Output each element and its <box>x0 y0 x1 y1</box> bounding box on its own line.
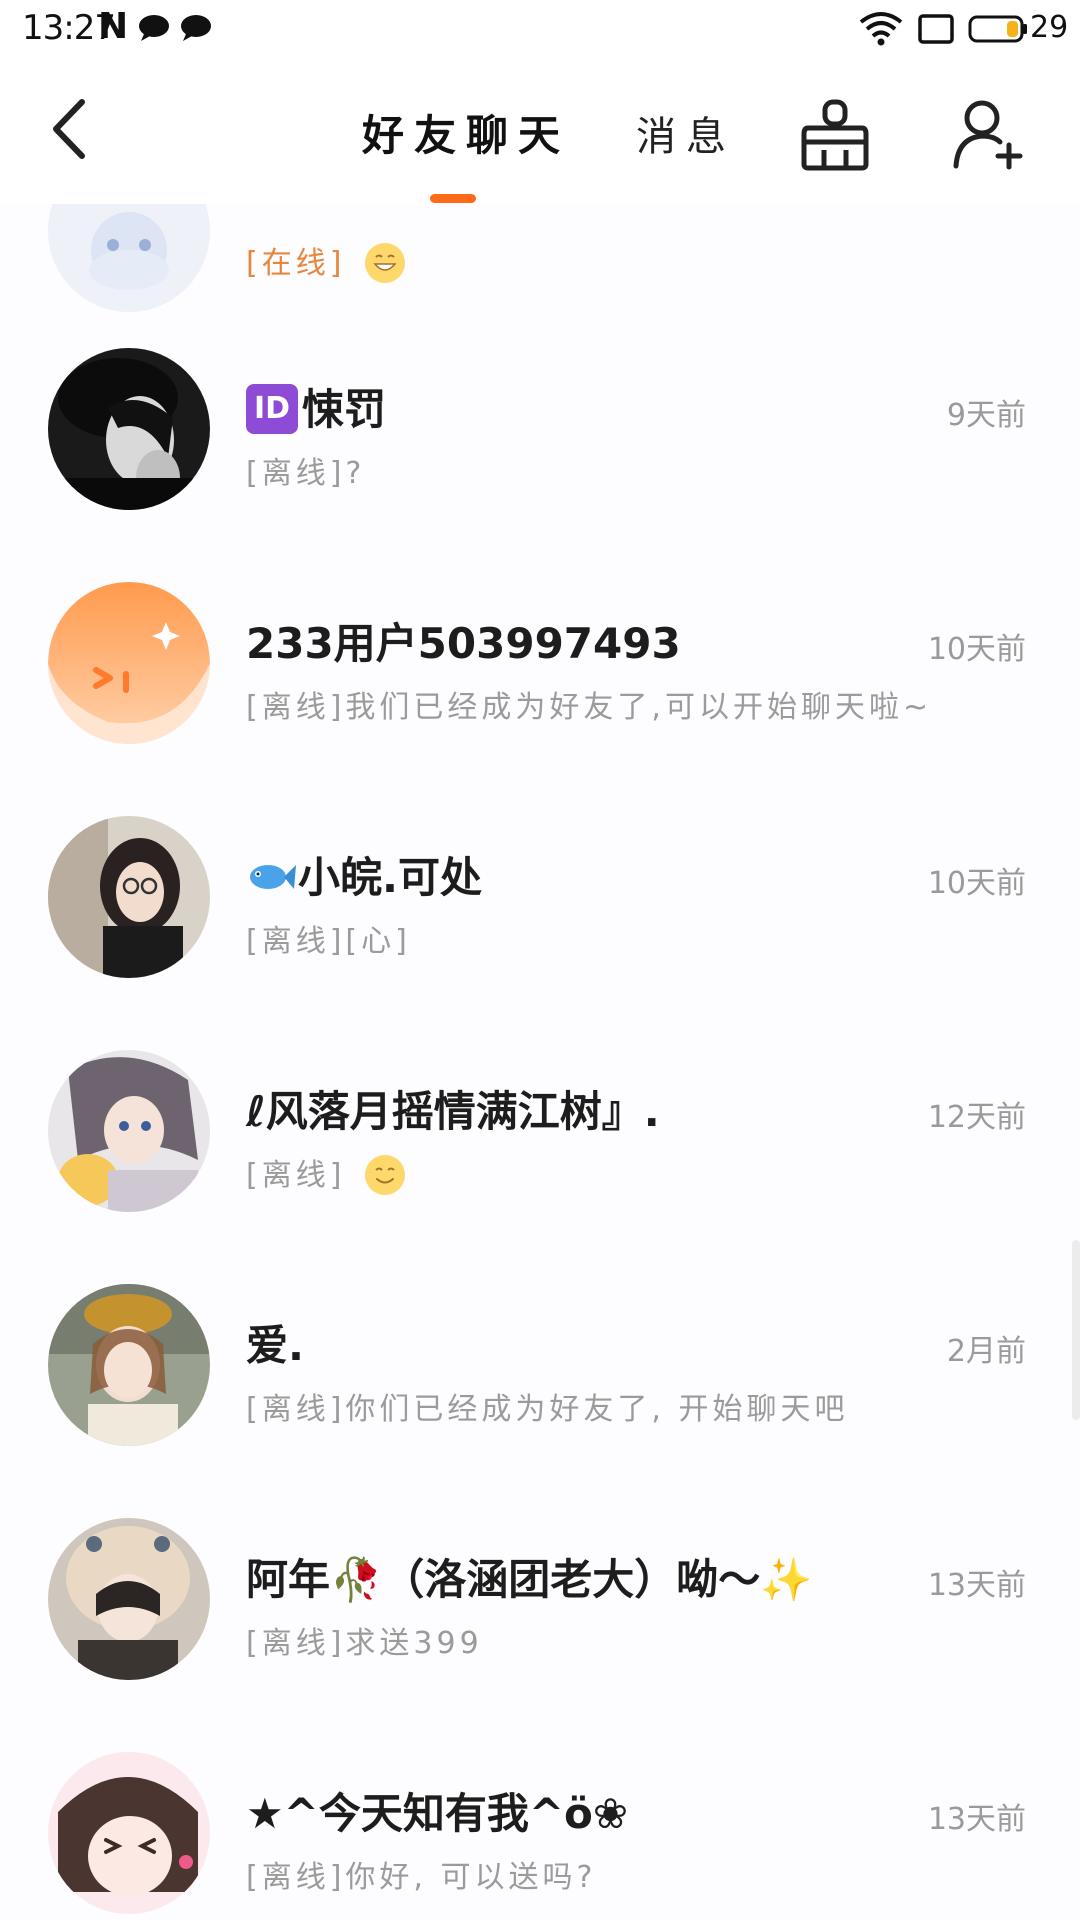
avatar <box>48 1050 210 1212</box>
chat-preview: [离线]我们已经成为好友了,可以开始聊天啦~ <box>246 682 932 726</box>
chat-preview: [离线]你好, 可以送吗? <box>246 1852 596 1896</box>
avatar <box>48 582 210 744</box>
chat-name-text: 小皖.可处 <box>298 853 482 902</box>
chat-time: 13天前 <box>927 1802 1026 1837</box>
chat-row[interactable]: 爱. 2月前 [离线]你们已经成为好友了, 开始聊天吧 <box>0 1284 1080 1518</box>
chat-row[interactable]: [在线] <box>0 204 1080 348</box>
battery-icon <box>968 15 1027 43</box>
tab-friend-chat[interactable]: 好友聊天 <box>362 102 570 163</box>
message-text: 你好, 可以送吗? <box>345 1860 597 1895</box>
status-tag: [离线] <box>246 1158 346 1193</box>
chat-row[interactable]: 233用户503997493 10天前 [离线]我们已经成为好友了,可以开始聊天… <box>0 582 1080 816</box>
sim-icon <box>918 14 954 44</box>
chat-preview: [离线]你们已经成为好友了, 开始聊天吧 <box>246 1384 849 1428</box>
status-tag: [离线] <box>246 456 346 491</box>
chat-row[interactable]: 小皖.可处 10天前 [离线][心] <box>0 816 1080 1050</box>
status-tag: [离线] <box>246 924 346 959</box>
chat-preview: [离线]求送399 <box>246 1618 483 1662</box>
status-bar: 13:27 N 29 <box>0 0 1080 64</box>
chat-row[interactable]: 阿年🥀（洛涵团老大）呦～✨ 13天前 [离线]求送399 <box>0 1518 1080 1752</box>
chat-time: 2月前 <box>946 1334 1026 1369</box>
message-text: 求送399 <box>345 1626 483 1661</box>
back-button[interactable] <box>40 94 100 164</box>
avatar <box>48 1284 210 1446</box>
chat-time: 10天前 <box>927 866 1026 901</box>
notification-n-icon: N <box>98 6 129 47</box>
message-text: 你们已经成为好友了, 开始聊天吧 <box>345 1392 849 1427</box>
chat-name: 小皖.可处 <box>246 844 482 905</box>
tab-messages[interactable]: 消息 <box>636 104 736 162</box>
status-tag: [离线] <box>246 690 346 725</box>
message-text: [心] <box>345 924 411 959</box>
chat-list[interactable]: [在线] ID 悚罚 9天前 [离线]? 233用户503997493 10天前… <box>0 204 1080 1920</box>
chat-time: 9天前 <box>946 398 1026 433</box>
status-tag: [离线] <box>246 1626 346 1661</box>
chat-preview: [离线]? <box>246 448 365 492</box>
chat-row[interactable]: ID 悚罚 9天前 [离线]? <box>0 348 1080 582</box>
chat-name: 阿年🥀（洛涵团老大）呦～✨ <box>246 1555 813 1604</box>
chat-name: ID 悚罚 <box>246 376 386 438</box>
chat-time: 10天前 <box>927 632 1026 667</box>
battery-level: 29 <box>1030 10 1069 45</box>
chat-bubble-icon <box>139 15 169 41</box>
chat-preview: [离线] <box>246 1150 405 1197</box>
grinning-face-icon <box>364 242 405 283</box>
chat-name: ℓ风落月摇情满江树』. <box>246 1087 660 1136</box>
avatar <box>48 204 210 312</box>
chat-row[interactable]: ℓ风落月摇情满江树』. 12天前 [离线] <box>0 1050 1080 1284</box>
chat-name: 爱. <box>246 1321 304 1370</box>
avatar <box>48 1518 210 1680</box>
chat-name: 233用户503997493 <box>246 619 681 668</box>
chat-time: 12天前 <box>927 1100 1026 1135</box>
message-text: ? <box>345 456 366 491</box>
message-text: 我们已经成为好友了,可以开始聊天啦~ <box>345 690 933 725</box>
scrollbar[interactable] <box>1072 1240 1080 1420</box>
add-user-icon[interactable] <box>952 98 1024 172</box>
active-tab-indicator <box>430 194 476 203</box>
broom-icon[interactable] <box>800 98 870 172</box>
id-icon: ID <box>246 383 298 434</box>
chat-preview: [离线][心] <box>246 916 411 960</box>
chat-time: 13天前 <box>927 1568 1026 1603</box>
avatar <box>48 348 210 510</box>
fish-icon <box>250 864 296 889</box>
chat-name: ★^今天知有我^ö❀ <box>246 1789 629 1838</box>
smiling-face-icon <box>364 1154 405 1195</box>
avatar <box>48 1752 210 1914</box>
chat-name-text: 悚罚 <box>302 385 387 434</box>
chat-preview: [在线] <box>246 238 405 285</box>
nav-bar: 好友聊天 消息 <box>0 64 1080 204</box>
wifi-icon <box>859 12 903 46</box>
chat-row[interactable]: ★^今天知有我^ö❀ 13天前 [离线]你好, 可以送吗? <box>0 1752 1080 1920</box>
status-tag: [离线] <box>246 1392 346 1427</box>
avatar <box>48 816 210 978</box>
chat-bubble-icon <box>181 15 211 41</box>
online-status: [在线] <box>246 246 346 281</box>
status-tag: [离线] <box>246 1860 346 1895</box>
